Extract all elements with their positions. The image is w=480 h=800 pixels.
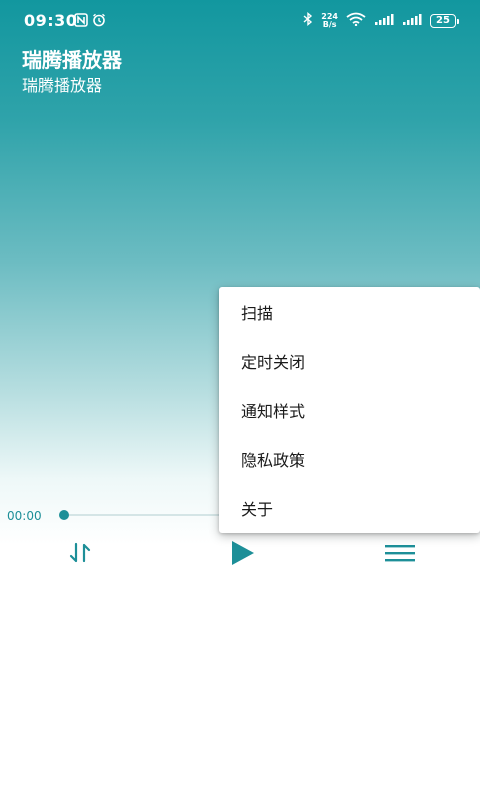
menu-item-scan[interactable]: 扫描: [219, 287, 480, 336]
menu-item-about[interactable]: 关于: [219, 484, 480, 533]
overflow-menu: 扫描 定时关闭 通知样式 隐私政策 关于: [219, 287, 480, 533]
playlist-menu-button[interactable]: [380, 540, 420, 570]
sort-icon: [68, 542, 92, 568]
sort-button[interactable]: [62, 540, 98, 570]
battery-indicator: 25: [430, 13, 459, 28]
status-time: 09:30: [24, 11, 78, 30]
status-bar: 09:30 224 B/s 25: [0, 0, 480, 40]
progress-thumb[interactable]: [59, 510, 69, 520]
elapsed-time: 00:00: [7, 509, 42, 523]
network-speed-unit: B/s: [322, 19, 337, 29]
signal-icon-sim1: [374, 11, 394, 30]
alarm-icon: [92, 12, 106, 27]
play-icon: [228, 539, 256, 571]
menu-item-notification-style[interactable]: 通知样式: [219, 385, 480, 434]
wifi-icon: [346, 11, 366, 30]
signal-icon-sim2: [402, 11, 422, 30]
menu-item-privacy-policy[interactable]: 隐私政策: [219, 435, 480, 484]
bluetooth-icon: [303, 11, 313, 30]
network-speed: 224 B/s: [321, 12, 338, 29]
play-button[interactable]: [224, 538, 260, 572]
nfc-icon: [74, 12, 88, 27]
menu-item-sleep-timer[interactable]: 定时关闭: [219, 336, 480, 385]
playlist-menu-icon: [384, 543, 416, 567]
app-title: 瑞腾播放器: [22, 48, 122, 72]
app-subtitle: 瑞腾播放器: [22, 76, 103, 95]
progress-track[interactable]: [64, 514, 234, 516]
